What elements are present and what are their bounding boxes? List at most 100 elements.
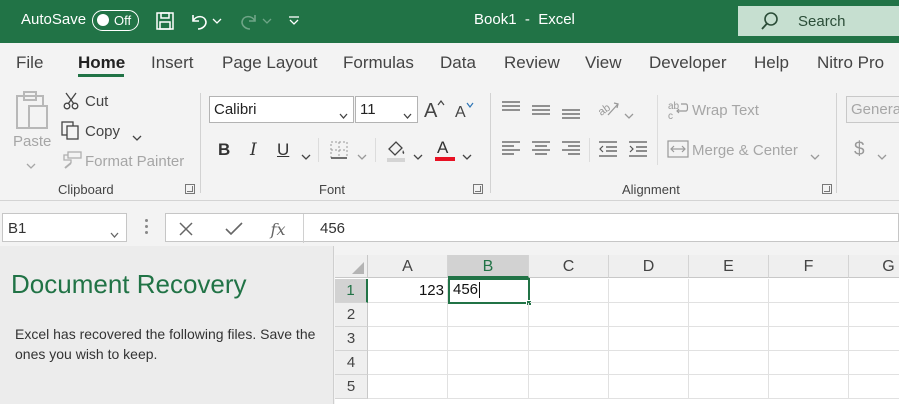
fill-color-icon[interactable] (384, 137, 408, 163)
cell-a2[interactable] (368, 303, 448, 327)
borders-icon[interactable] (328, 139, 350, 161)
redo-icon[interactable] (236, 8, 262, 34)
increase-indent-icon[interactable] (627, 139, 649, 159)
formula-content[interactable]: 456 (320, 220, 345, 237)
number-format-select[interactable]: General (846, 96, 899, 123)
column-header-d[interactable]: D (609, 255, 689, 278)
currency-dropdown-icon[interactable] (877, 147, 887, 165)
cell-b4[interactable] (448, 351, 529, 375)
currency-button[interactable]: $ (854, 139, 865, 161)
cell-b2[interactable] (448, 303, 529, 327)
customize-qat-icon[interactable] (284, 8, 304, 34)
cell-e2[interactable] (689, 303, 769, 327)
cell-c4[interactable] (529, 351, 609, 375)
tab-home[interactable]: Home (78, 53, 125, 73)
align-left-icon[interactable] (500, 139, 522, 159)
cut-icon[interactable] (62, 91, 80, 111)
cell-c1[interactable] (530, 279, 609, 303)
cell-d5[interactable] (609, 375, 689, 399)
underline-button[interactable]: U (277, 140, 289, 160)
decrease-font-size-icon[interactable]: A (454, 99, 476, 121)
row-header-3[interactable]: 3 (335, 327, 368, 351)
align-right-icon[interactable] (560, 139, 582, 159)
cell-a3[interactable] (368, 327, 448, 351)
cell-f3[interactable] (769, 327, 849, 351)
tab-page-layout[interactable]: Page Layout (222, 53, 317, 73)
cell-c2[interactable] (529, 303, 609, 327)
undo-icon[interactable] (186, 8, 212, 34)
paste-label[interactable]: Paste (13, 133, 51, 150)
autosave-toggle[interactable]: Off (92, 10, 139, 31)
copy-dropdown-icon[interactable] (132, 128, 142, 146)
cell-f1[interactable] (769, 279, 849, 303)
row-header-5[interactable]: 5 (335, 375, 368, 399)
copy-icon[interactable] (60, 120, 80, 140)
format-painter-label[interactable]: Format Painter (85, 153, 184, 170)
cancel-entry-icon[interactable] (174, 218, 198, 240)
font-size-select[interactable]: 11 (355, 96, 418, 123)
tab-review[interactable]: Review (504, 53, 560, 73)
confirm-entry-icon[interactable] (222, 218, 246, 240)
cell-b3[interactable] (448, 327, 529, 351)
bold-button[interactable]: B (218, 140, 230, 160)
cell-e3[interactable] (689, 327, 769, 351)
cell-g4[interactable] (849, 351, 899, 375)
search-box[interactable]: Search (738, 6, 899, 36)
font-launcher-icon[interactable] (473, 184, 483, 194)
name-box[interactable]: B1 (2, 213, 127, 242)
column-header-b[interactable]: B (448, 255, 529, 278)
middle-align-icon[interactable] (530, 101, 552, 119)
redo-dropdown-icon[interactable] (260, 8, 274, 34)
column-header-g[interactable]: G (849, 255, 899, 278)
cell-b5[interactable] (448, 375, 529, 399)
merge-dropdown-icon[interactable] (810, 147, 820, 165)
cell-e5[interactable] (689, 375, 769, 399)
underline-dropdown-icon[interactable] (301, 147, 311, 165)
row-header-1[interactable]: 1 (335, 279, 368, 303)
orientation-dropdown-icon[interactable] (624, 106, 634, 124)
tab-help[interactable]: Help (754, 53, 789, 73)
column-header-c[interactable]: C (529, 255, 609, 278)
wrap-text-icon[interactable]: ab c (667, 99, 689, 121)
cell-b1[interactable]: 456 (448, 278, 530, 304)
font-color-dropdown-icon[interactable] (462, 147, 472, 165)
tab-nitro-pro[interactable]: Nitro Pro (817, 53, 884, 73)
row-header-2[interactable]: 2 (335, 303, 368, 327)
align-center-icon[interactable] (530, 139, 552, 159)
tab-formulas[interactable]: Formulas (343, 53, 414, 73)
increase-font-size-icon[interactable]: A (423, 97, 445, 121)
cell-c5[interactable] (529, 375, 609, 399)
cell-g3[interactable] (849, 327, 899, 351)
insert-function-button[interactable]: fx (266, 218, 290, 240)
cut-label[interactable]: Cut (85, 93, 108, 110)
formula-input-area[interactable]: fx 456 (165, 213, 899, 243)
format-painter-icon[interactable] (60, 150, 82, 170)
wrap-text-label[interactable]: Wrap Text (692, 102, 759, 119)
copy-label[interactable]: Copy (85, 123, 120, 140)
row-header-4[interactable]: 4 (335, 351, 368, 375)
cell-e1[interactable] (689, 279, 769, 303)
cell-g1[interactable] (849, 279, 899, 303)
cell-d2[interactable] (609, 303, 689, 327)
select-all-button[interactable] (335, 255, 368, 278)
worksheet-grid[interactable]: A B C D E F G 1 2 3 4 5 123 456 (335, 255, 899, 404)
cell-a5[interactable] (368, 375, 448, 399)
top-align-icon[interactable] (500, 99, 522, 117)
tab-insert[interactable]: Insert (151, 53, 194, 73)
cell-f5[interactable] (769, 375, 849, 399)
cell-d1[interactable] (609, 279, 689, 303)
tab-data[interactable]: Data (440, 53, 476, 73)
cell-a4[interactable] (368, 351, 448, 375)
borders-dropdown-icon[interactable] (357, 147, 367, 165)
cell-f2[interactable] (769, 303, 849, 327)
clipboard-launcher-icon[interactable] (185, 184, 195, 194)
column-header-f[interactable]: F (769, 255, 849, 278)
chevron-down-icon[interactable] (110, 225, 119, 243)
decrease-indent-icon[interactable] (597, 139, 619, 159)
column-header-e[interactable]: E (689, 255, 769, 278)
tab-view[interactable]: View (585, 53, 622, 73)
merge-center-icon[interactable] (667, 139, 689, 159)
cell-g5[interactable] (849, 375, 899, 399)
cell-a1[interactable]: 123 (368, 279, 448, 303)
orientation-icon[interactable]: ab (596, 97, 620, 119)
